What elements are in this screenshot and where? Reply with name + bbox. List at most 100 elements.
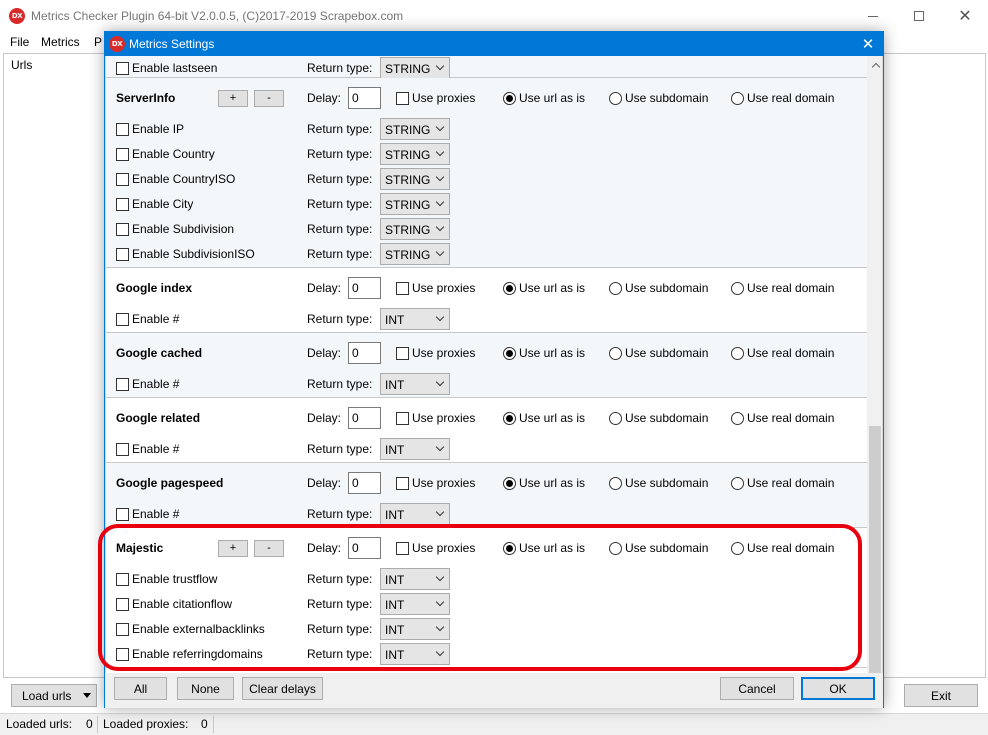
return-type-select[interactable]: INT xyxy=(380,568,450,590)
use-url-as-is-radio[interactable]: Use url as is xyxy=(503,541,585,555)
use-url-as-is-radio[interactable]: Use url as is xyxy=(503,91,585,105)
use-subdomain-radio[interactable]: Use subdomain xyxy=(609,91,708,105)
return-type-select[interactable]: INT xyxy=(380,373,450,395)
enable-checkbox[interactable]: Enable # xyxy=(116,507,179,521)
enable-checkbox[interactable]: Enable IP xyxy=(116,122,184,136)
menu-metrics[interactable]: Metrics xyxy=(41,35,80,49)
close-icon[interactable]: ✕ xyxy=(942,0,988,32)
use-url-as-is-radio[interactable]: Use url as is xyxy=(503,476,585,490)
cancel-button[interactable]: Cancel xyxy=(720,677,794,700)
radio-button[interactable] xyxy=(609,346,622,360)
settings-scroll-area[interactable]: Enable lastseen Return type: STRING ServerI… xyxy=(105,56,883,697)
return-type-select[interactable]: INT xyxy=(380,618,450,640)
use-subdomain-radio[interactable]: Use subdomain xyxy=(609,281,708,295)
use-real-domain-radio[interactable]: Use real domain xyxy=(731,541,834,555)
checkbox-box[interactable] xyxy=(116,172,129,186)
use-proxies-checkbox[interactable]: Use proxies xyxy=(396,476,475,490)
load-urls-button[interactable]: Load urls xyxy=(11,684,97,707)
enable-checkbox[interactable]: Enable City xyxy=(116,197,193,211)
radio-button[interactable] xyxy=(731,541,744,555)
checkbox-box[interactable] xyxy=(116,247,129,261)
remove-button[interactable]: - xyxy=(254,540,284,557)
return-type-select[interactable]: INT xyxy=(380,308,450,330)
none-button[interactable]: None xyxy=(177,677,234,700)
checkbox-box[interactable] xyxy=(116,197,129,211)
radio-button[interactable] xyxy=(731,411,744,425)
return-type-select[interactable]: INT xyxy=(380,503,450,525)
radio-button[interactable] xyxy=(609,91,622,105)
enable-checkbox[interactable]: Enable citationflow xyxy=(116,597,232,611)
enable-checkbox[interactable]: Enable externalbacklinks xyxy=(116,622,265,636)
use-real-domain-radio[interactable]: Use real domain xyxy=(731,346,834,360)
radio-button[interactable] xyxy=(609,411,622,425)
dialog-close-icon[interactable]: ✕ xyxy=(853,32,883,56)
use-subdomain-radio[interactable]: Use subdomain xyxy=(609,346,708,360)
checkbox-box[interactable] xyxy=(116,222,129,236)
enable-checkbox[interactable]: Enable lastseen xyxy=(116,61,217,75)
minimize-icon[interactable] xyxy=(850,0,896,32)
radio-button[interactable] xyxy=(609,281,622,295)
checkbox-box[interactable] xyxy=(116,61,129,75)
return-type-select[interactable]: INT xyxy=(380,643,450,665)
return-type-select[interactable]: INT xyxy=(380,593,450,615)
checkbox-box[interactable] xyxy=(116,647,129,661)
use-subdomain-radio[interactable]: Use subdomain xyxy=(609,476,708,490)
enable-checkbox[interactable]: Enable SubdivisionISO xyxy=(116,247,255,261)
delay-input[interactable] xyxy=(348,407,381,429)
ok-button[interactable]: OK xyxy=(801,677,875,700)
scroll-up-icon[interactable] xyxy=(867,56,882,73)
radio-button[interactable] xyxy=(731,281,744,295)
radio-button[interactable] xyxy=(731,91,744,105)
maximize-icon[interactable] xyxy=(896,0,942,32)
add-button[interactable]: + xyxy=(218,90,248,107)
radio-button[interactable] xyxy=(503,541,516,555)
vertical-scrollbar[interactable] xyxy=(867,56,882,696)
return-type-select[interactable]: STRING xyxy=(380,243,450,265)
radio-button[interactable] xyxy=(609,476,622,490)
radio-button[interactable] xyxy=(609,541,622,555)
checkbox-box[interactable] xyxy=(116,572,129,586)
checkbox-box[interactable] xyxy=(116,122,129,136)
delay-input[interactable] xyxy=(348,87,381,109)
radio-button[interactable] xyxy=(503,91,516,105)
checkbox-box[interactable] xyxy=(396,411,409,425)
return-type-select[interactable]: STRING xyxy=(380,168,450,190)
scrollbar-thumb[interactable] xyxy=(869,426,881,679)
use-real-domain-radio[interactable]: Use real domain xyxy=(731,281,834,295)
use-url-as-is-radio[interactable]: Use url as is xyxy=(503,411,585,425)
enable-checkbox[interactable]: Enable Country xyxy=(116,147,215,161)
return-type-select[interactable]: STRING xyxy=(380,118,450,140)
enable-checkbox[interactable]: Enable # xyxy=(116,442,179,456)
use-real-domain-radio[interactable]: Use real domain xyxy=(731,476,834,490)
radio-button[interactable] xyxy=(731,476,744,490)
delay-input[interactable] xyxy=(348,537,381,559)
clear-delays-button[interactable]: Clear delays xyxy=(242,677,323,700)
checkbox-box[interactable] xyxy=(116,147,129,161)
enable-checkbox[interactable]: Enable referringdomains xyxy=(116,647,263,661)
enable-checkbox[interactable]: Enable # xyxy=(116,377,179,391)
use-real-domain-radio[interactable]: Use real domain xyxy=(731,411,834,425)
use-proxies-checkbox[interactable]: Use proxies xyxy=(396,411,475,425)
checkbox-box[interactable] xyxy=(116,622,129,636)
menu-partial[interactable]: P xyxy=(94,35,102,49)
return-type-select[interactable]: STRING xyxy=(380,143,450,165)
use-url-as-is-radio[interactable]: Use url as is xyxy=(503,346,585,360)
menu-file[interactable]: File xyxy=(10,35,29,49)
use-subdomain-radio[interactable]: Use subdomain xyxy=(609,541,708,555)
checkbox-box[interactable] xyxy=(396,541,409,555)
all-button[interactable]: All xyxy=(114,677,167,700)
checkbox-box[interactable] xyxy=(116,597,129,611)
checkbox-box[interactable] xyxy=(116,442,129,456)
checkbox-box[interactable] xyxy=(116,312,129,326)
add-button[interactable]: + xyxy=(218,540,248,557)
checkbox-box[interactable] xyxy=(396,346,409,360)
enable-checkbox[interactable]: Enable trustflow xyxy=(116,572,217,586)
exit-button[interactable]: Exit xyxy=(904,684,978,707)
return-type-select[interactable]: STRING xyxy=(380,193,450,215)
remove-button[interactable]: - xyxy=(254,90,284,107)
radio-button[interactable] xyxy=(503,346,516,360)
radio-button[interactable] xyxy=(503,281,516,295)
checkbox-box[interactable] xyxy=(116,377,129,391)
radio-button[interactable] xyxy=(503,476,516,490)
radio-button[interactable] xyxy=(503,411,516,425)
